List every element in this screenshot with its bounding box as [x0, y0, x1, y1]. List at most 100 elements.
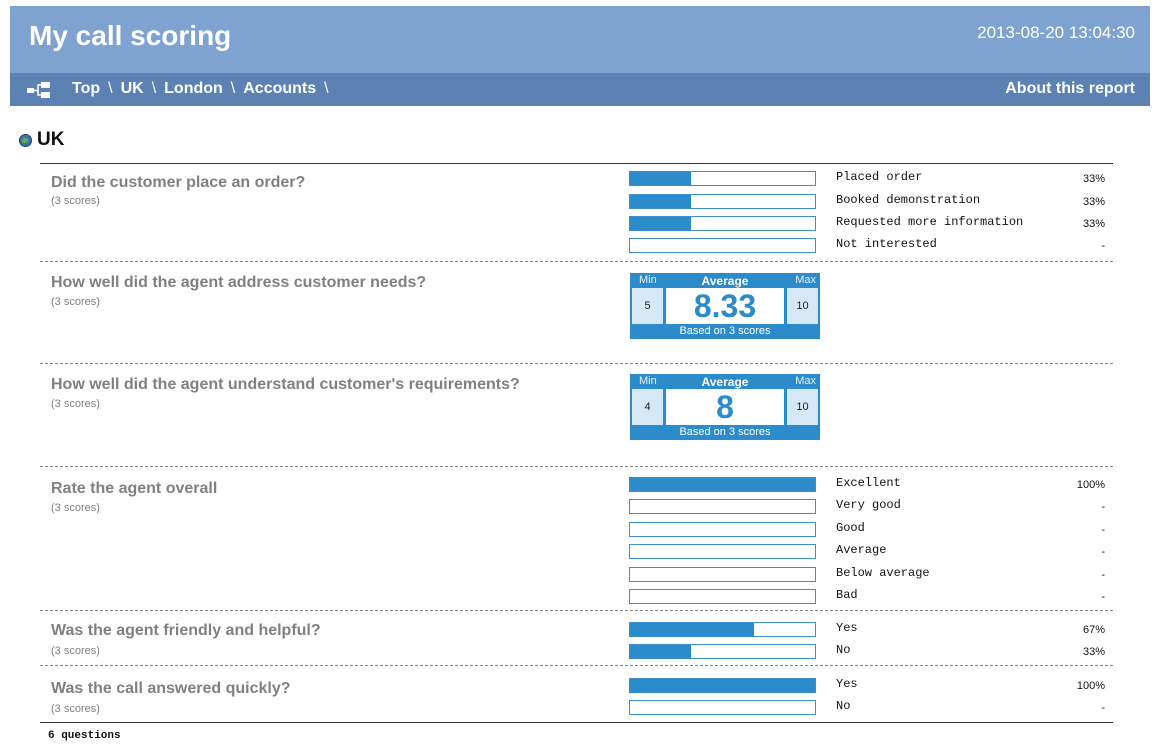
average-label: Average [701, 274, 749, 288]
option-bar [629, 522, 816, 537]
option-percent: - [1101, 569, 1105, 581]
option-percent: - [1101, 240, 1105, 252]
report-header: My call scoring 2013-08-20 13:04:30 [10, 6, 1150, 73]
score-count: (3 scores) [51, 195, 100, 207]
breadcrumb-separator: \ [324, 80, 329, 97]
option-percent: 100% [1076, 680, 1105, 692]
breadcrumb-accounts[interactable]: Accounts [243, 80, 316, 97]
divider [40, 722, 1113, 723]
report-datetime: 2013-08-20 13:04:30 [977, 23, 1135, 42]
option-percent: - [1101, 501, 1105, 513]
breadcrumb-uk[interactable]: UK [121, 80, 144, 97]
option-bar [629, 238, 816, 253]
breadcrumb-london[interactable]: London [164, 80, 223, 97]
question-block: Rate the agent overall (3 scores) Excell… [40, 467, 1113, 611]
option-label: Not interested [836, 237, 937, 251]
max-label: Max [795, 375, 816, 387]
option-label: Excellent [836, 476, 901, 490]
min-value: 5 [632, 288, 663, 324]
option-bar [629, 216, 816, 231]
score-count: (3 scores) [51, 502, 100, 514]
option-label: Booked demonstration [836, 193, 981, 207]
option-label: Bad [836, 588, 858, 602]
option-bar [629, 644, 816, 659]
option-percent: - [1101, 546, 1105, 558]
question-count: 6 questions [48, 730, 121, 742]
option-label: Yes [836, 621, 858, 635]
bar-fill [630, 217, 692, 230]
breadcrumb-bar: Top \ UK \ London \ Accounts \ About this repor… [10, 73, 1150, 106]
average-value: 8 [666, 389, 784, 425]
option-bar [629, 622, 816, 637]
option-bar [629, 171, 816, 186]
question-text: Did the customer place an order? [51, 174, 306, 191]
option-percent: 33% [1082, 173, 1105, 185]
option-percent: - [1101, 524, 1105, 536]
option-percent: - [1101, 702, 1105, 714]
option-bar [629, 589, 816, 604]
option-bar [629, 678, 816, 693]
option-label: Good [836, 521, 865, 535]
question-text: Was the agent friendly and helpful? [51, 622, 321, 639]
bar-fill [630, 478, 815, 491]
summary-footer: Based on 3 scores [679, 325, 771, 337]
bar-fill [630, 645, 692, 658]
bar-fill [630, 623, 754, 636]
breadcrumb-separator: \ [108, 80, 113, 97]
summary-footer: Based on 3 scores [679, 426, 771, 438]
hierarchy-icon[interactable] [27, 81, 51, 99]
option-percent: 100% [1076, 479, 1105, 491]
score-count: (3 scores) [51, 398, 100, 410]
score-count: (3 scores) [51, 703, 100, 715]
globe-icon [19, 134, 32, 147]
breadcrumb: Top \ UK \ London \ Accounts \ [72, 80, 337, 98]
max-value: 10 [787, 389, 818, 425]
average-label: Average [701, 375, 749, 389]
option-label: Placed order [836, 170, 923, 184]
option-percent: 33% [1082, 218, 1105, 230]
max-value: 10 [787, 288, 818, 324]
option-bar [629, 700, 816, 715]
option-label: Very good [836, 498, 901, 512]
score-count: (3 scores) [51, 296, 100, 308]
question-block: Was the call answered quickly? (3 scores… [40, 666, 1113, 722]
max-label: Max [795, 274, 816, 286]
section-title: UK [37, 129, 65, 150]
bar-fill [630, 679, 815, 692]
option-label: Below average [836, 566, 930, 580]
breadcrumb-separator: \ [230, 80, 236, 97]
option-percent: 67% [1082, 624, 1105, 636]
score-summary: Min Average Max 4 8 10 Based on 3 scores [630, 374, 820, 440]
bar-fill [630, 195, 692, 208]
question-block: How well did the agent address customer … [40, 262, 1113, 364]
option-bar [629, 499, 816, 514]
option-label: Yes [836, 677, 858, 691]
question-text: Was the call answered quickly? [51, 680, 291, 697]
option-label: Average [836, 543, 887, 557]
question-block: Did the customer place an order? (3 scor… [40, 163, 1113, 262]
report-title: My call scoring [29, 20, 232, 51]
option-label: No [836, 699, 851, 713]
option-bar [629, 567, 816, 582]
question-text: How well did the agent understand custom… [51, 376, 520, 393]
option-percent: 33% [1082, 646, 1105, 658]
min-value: 4 [632, 389, 663, 425]
question-text: How well did the agent address customer … [51, 274, 427, 291]
score-summary: Min Average Max 5 8.33 10 Based on 3 sco… [630, 273, 820, 339]
option-percent: 33% [1082, 196, 1105, 208]
breadcrumb-top[interactable]: Top [72, 80, 100, 97]
question-text: Rate the agent overall [51, 480, 218, 497]
option-label: No [836, 643, 851, 657]
question-block: Was the agent friendly and helpful? (3 s… [40, 611, 1113, 666]
option-percent: - [1101, 591, 1105, 603]
about-report-link[interactable]: About this report [1005, 80, 1135, 98]
question-block: How well did the agent understand custom… [40, 364, 1113, 467]
option-bar [629, 477, 816, 492]
score-count: (3 scores) [51, 645, 100, 657]
breadcrumb-separator: \ [151, 80, 157, 97]
option-bar [629, 194, 816, 209]
bar-fill [630, 172, 692, 185]
average-value: 8.33 [666, 288, 784, 324]
option-bar [629, 544, 816, 559]
option-label: Requested more information [836, 215, 1024, 229]
